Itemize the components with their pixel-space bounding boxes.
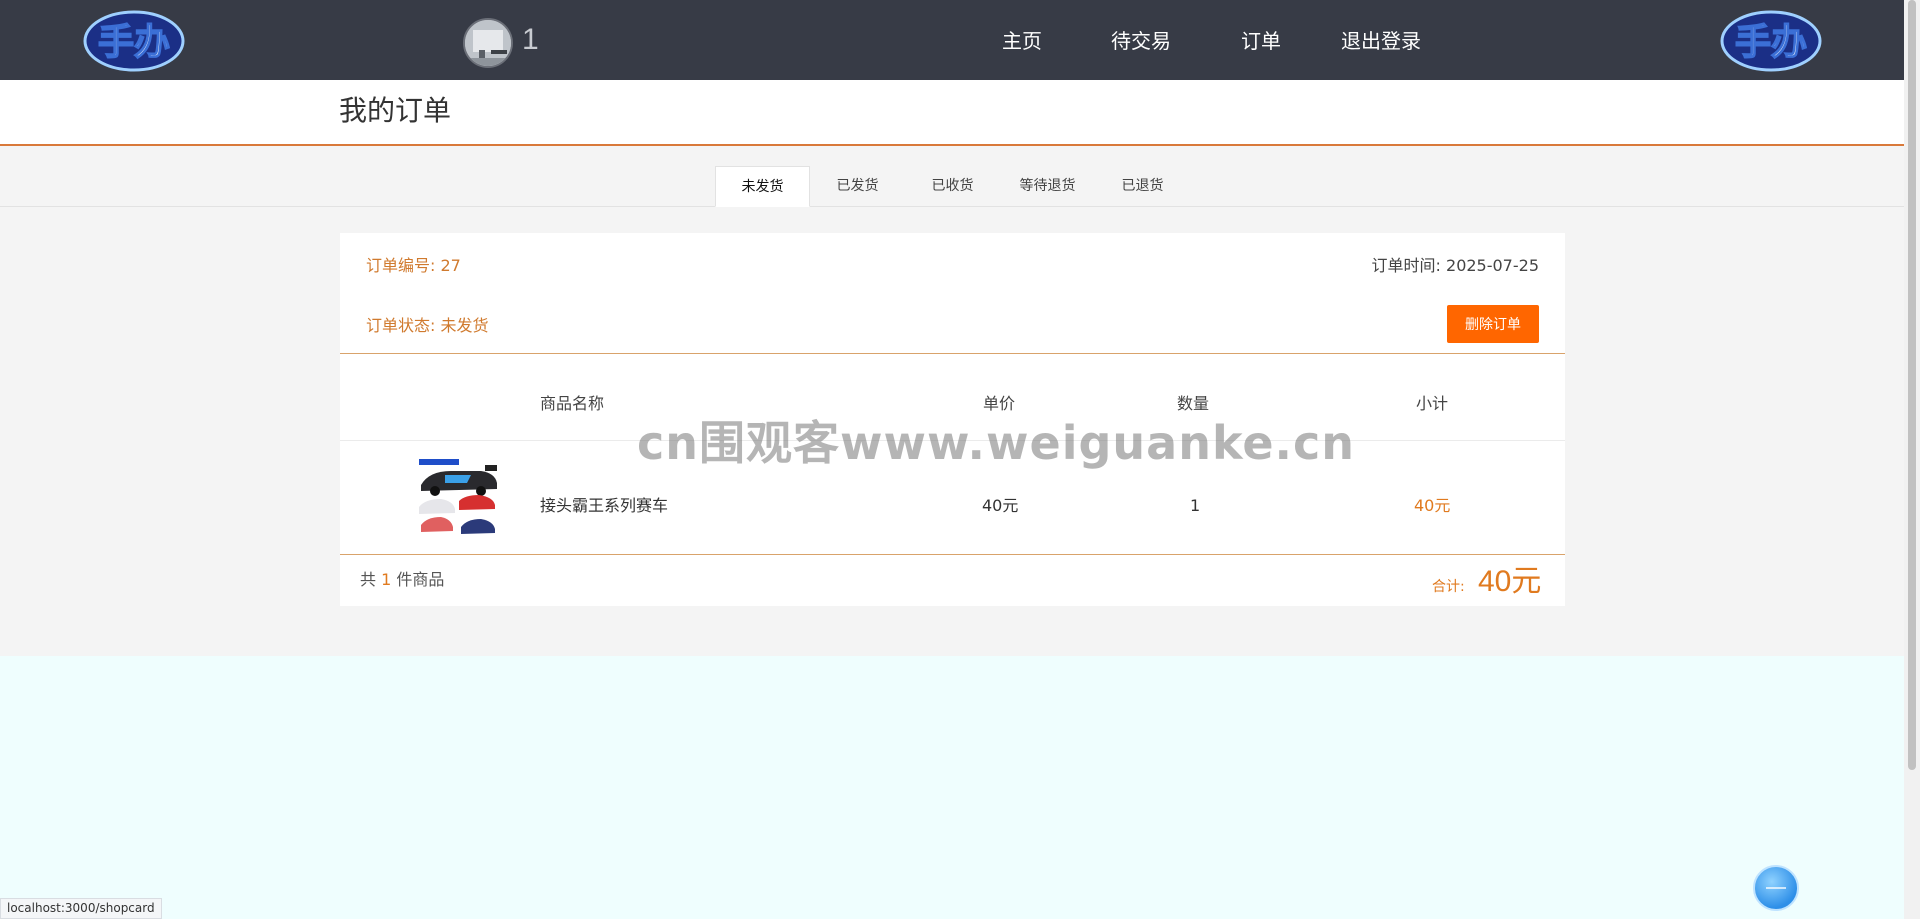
logo-text: 手办 xyxy=(98,22,170,63)
order-card: 订单编号: 27 订单时间: 2025-07-25 订单状态: 未发货 删除订单… xyxy=(340,233,1565,606)
page-title: 我的订单 xyxy=(339,94,452,127)
status-bar-url: localhost:3000/shopcard xyxy=(0,898,162,919)
tab-returned[interactable]: 已退货 xyxy=(1095,166,1190,207)
site-logo-right[interactable]: 手办 xyxy=(1720,10,1822,72)
user-number: 1 xyxy=(522,23,539,56)
column-header-price: 单价 xyxy=(983,394,1016,413)
product-price: 40元 xyxy=(982,496,1019,515)
column-header-name: 商品名称 xyxy=(540,394,605,413)
item-count-prefix: 共 xyxy=(360,570,377,589)
product-image[interactable] xyxy=(415,457,500,539)
nav-orders[interactable]: 订单 xyxy=(1241,28,1281,54)
total-label: 合计: xyxy=(1432,579,1465,595)
top-navbar: 手办 1 主页 待交易 订单 退出登录 手办 xyxy=(0,0,1904,80)
column-header-subtotal: 小计 xyxy=(1416,394,1449,413)
scrollbar-thumb[interactable] xyxy=(1908,0,1916,770)
tab-awaiting-return[interactable]: 等待退货 xyxy=(1000,166,1095,207)
product-qty: 1 xyxy=(1190,496,1201,515)
tab-shipped[interactable]: 已发货 xyxy=(810,166,905,207)
footer-divider xyxy=(340,554,1565,555)
item-count-number: 1 xyxy=(381,570,392,589)
site-logo[interactable]: 手办 xyxy=(83,10,185,72)
logo-text-right: 手办 xyxy=(1735,22,1807,63)
tab-not-shipped[interactable]: 未发货 xyxy=(715,166,810,207)
card-divider xyxy=(340,353,1565,354)
nav-pending-trade[interactable]: 待交易 xyxy=(1111,28,1171,54)
order-status: 订单状态: 未发货 xyxy=(366,316,489,335)
column-header-qty: 数量 xyxy=(1177,394,1210,413)
product-name[interactable]: 接头霸王系列赛车 xyxy=(540,495,668,517)
nav-logout[interactable]: 退出登录 xyxy=(1341,28,1421,54)
total-value: 40元 xyxy=(1478,565,1542,598)
order-time: 订单时间: 2025-07-25 xyxy=(1371,256,1539,275)
tab-received[interactable]: 已收货 xyxy=(905,166,1000,207)
product-subtotal: 40元 xyxy=(1414,496,1451,515)
item-count: 共 1 件商品 xyxy=(360,569,444,591)
delete-order-button[interactable]: 删除订单 xyxy=(1447,305,1539,343)
item-count-suffix: 件商品 xyxy=(396,570,445,589)
nav-home[interactable]: 主页 xyxy=(1002,28,1042,54)
header-row-divider xyxy=(340,440,1565,441)
user-avatar[interactable] xyxy=(463,18,513,68)
floating-assistant-icon[interactable] xyxy=(1753,865,1799,911)
orders-section: 未发货 已发货 已收货 等待退货 已退货 订单编号: 27 订单时间: 2025… xyxy=(0,146,1904,656)
title-band: 我的订单 xyxy=(0,80,1904,146)
order-number: 订单编号: 27 xyxy=(366,256,461,275)
